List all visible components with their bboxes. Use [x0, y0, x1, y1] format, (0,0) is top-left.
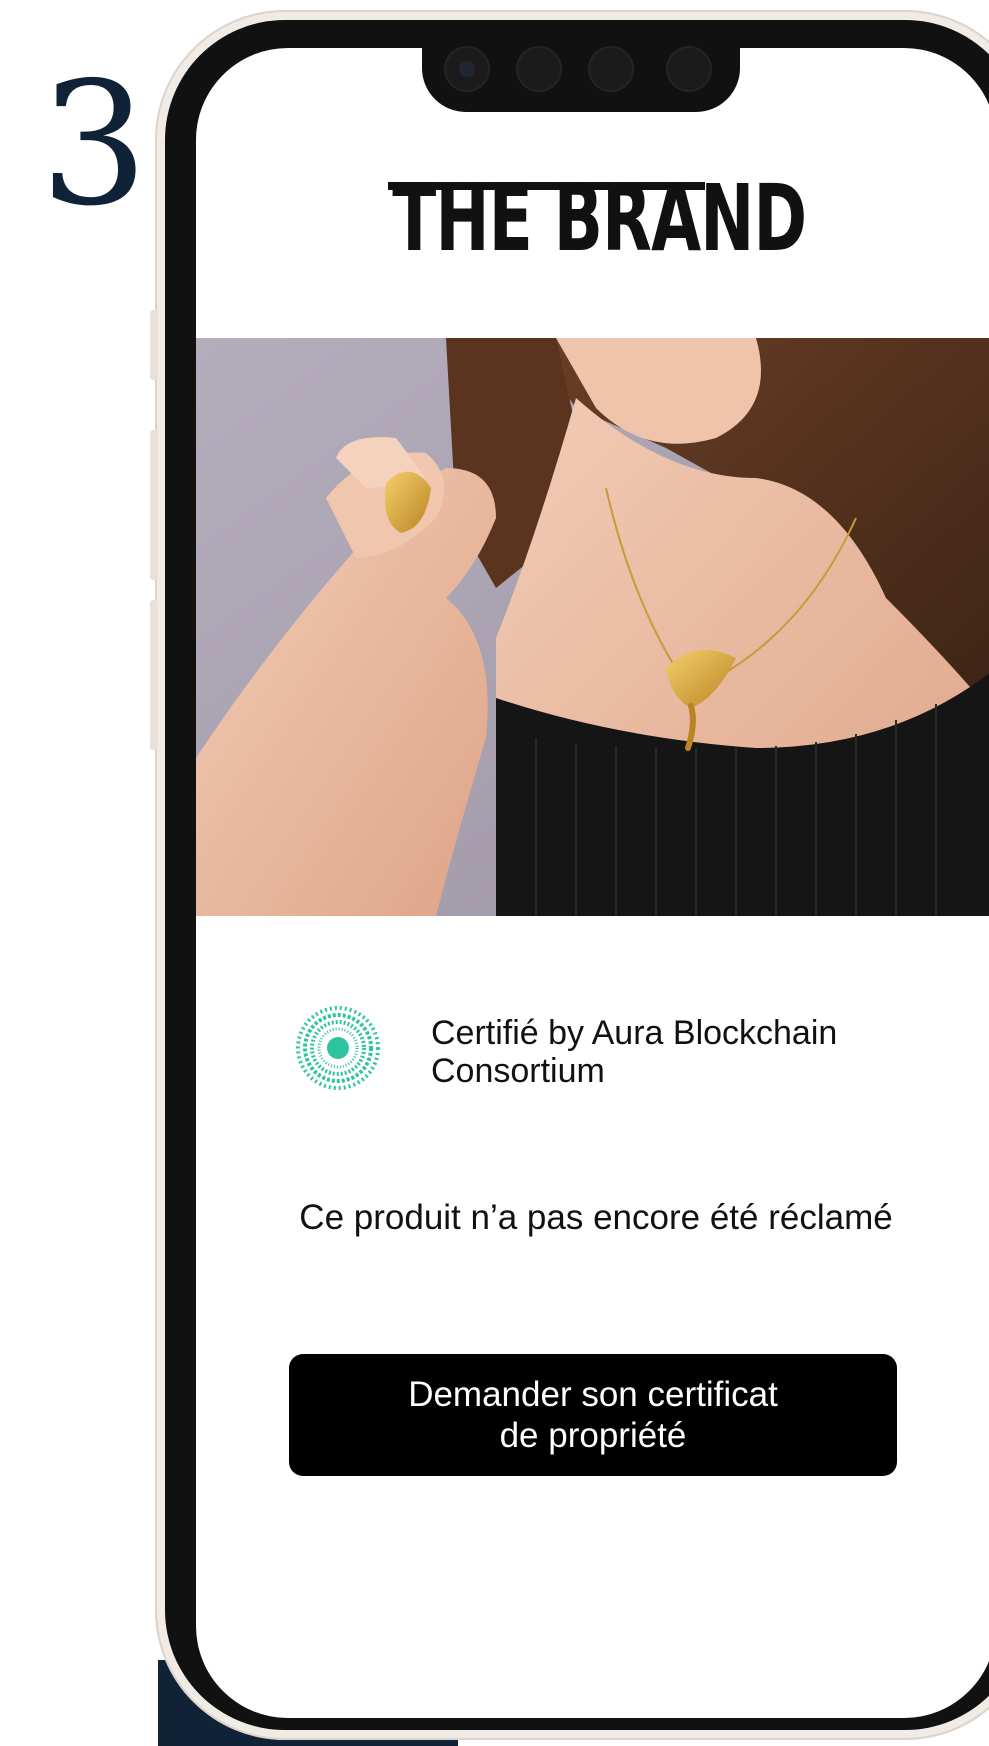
- request-certificate-label-line1: Demander son certificat: [408, 1375, 778, 1414]
- request-certificate-button-label: Demander son certificat de propriété: [383, 1374, 803, 1456]
- certification-label: Certifié by Aura Blockchain Consortium: [431, 1014, 911, 1090]
- phone-volume-up-button: [150, 430, 158, 580]
- hero-photo-illustration: [196, 338, 989, 916]
- request-certificate-button[interactable]: Demander son certificat de propriété: [289, 1354, 897, 1476]
- phone-side-button: [150, 310, 158, 380]
- sensor-icon: [516, 46, 562, 92]
- certification-label-line1: Certifié by Aura Blockchain: [431, 1014, 838, 1052]
- phone-notch: [422, 20, 740, 112]
- sensor-icon: [666, 46, 712, 92]
- certification-label-line2: Consortium: [431, 1052, 605, 1090]
- product-claim-status: Ce produit n’a pas encore été réclamé: [299, 1198, 893, 1237]
- aura-consortium-seal-icon: [296, 1006, 380, 1090]
- certification-row: Certifié by Aura Blockchain Consortium: [296, 1006, 916, 1116]
- request-certificate-label-line2: de propriété: [499, 1416, 687, 1455]
- sensor-icon: [588, 46, 634, 92]
- phone-volume-down-button: [150, 600, 158, 750]
- brand-logo: THE BRAND: [392, 165, 807, 272]
- step-number: 3: [40, 46, 149, 244]
- hero-product-image: [196, 338, 989, 916]
- front-camera-icon: [444, 46, 490, 92]
- phone-screen: THE BRAND Certifié by Aura Blockchain Co…: [196, 48, 989, 1718]
